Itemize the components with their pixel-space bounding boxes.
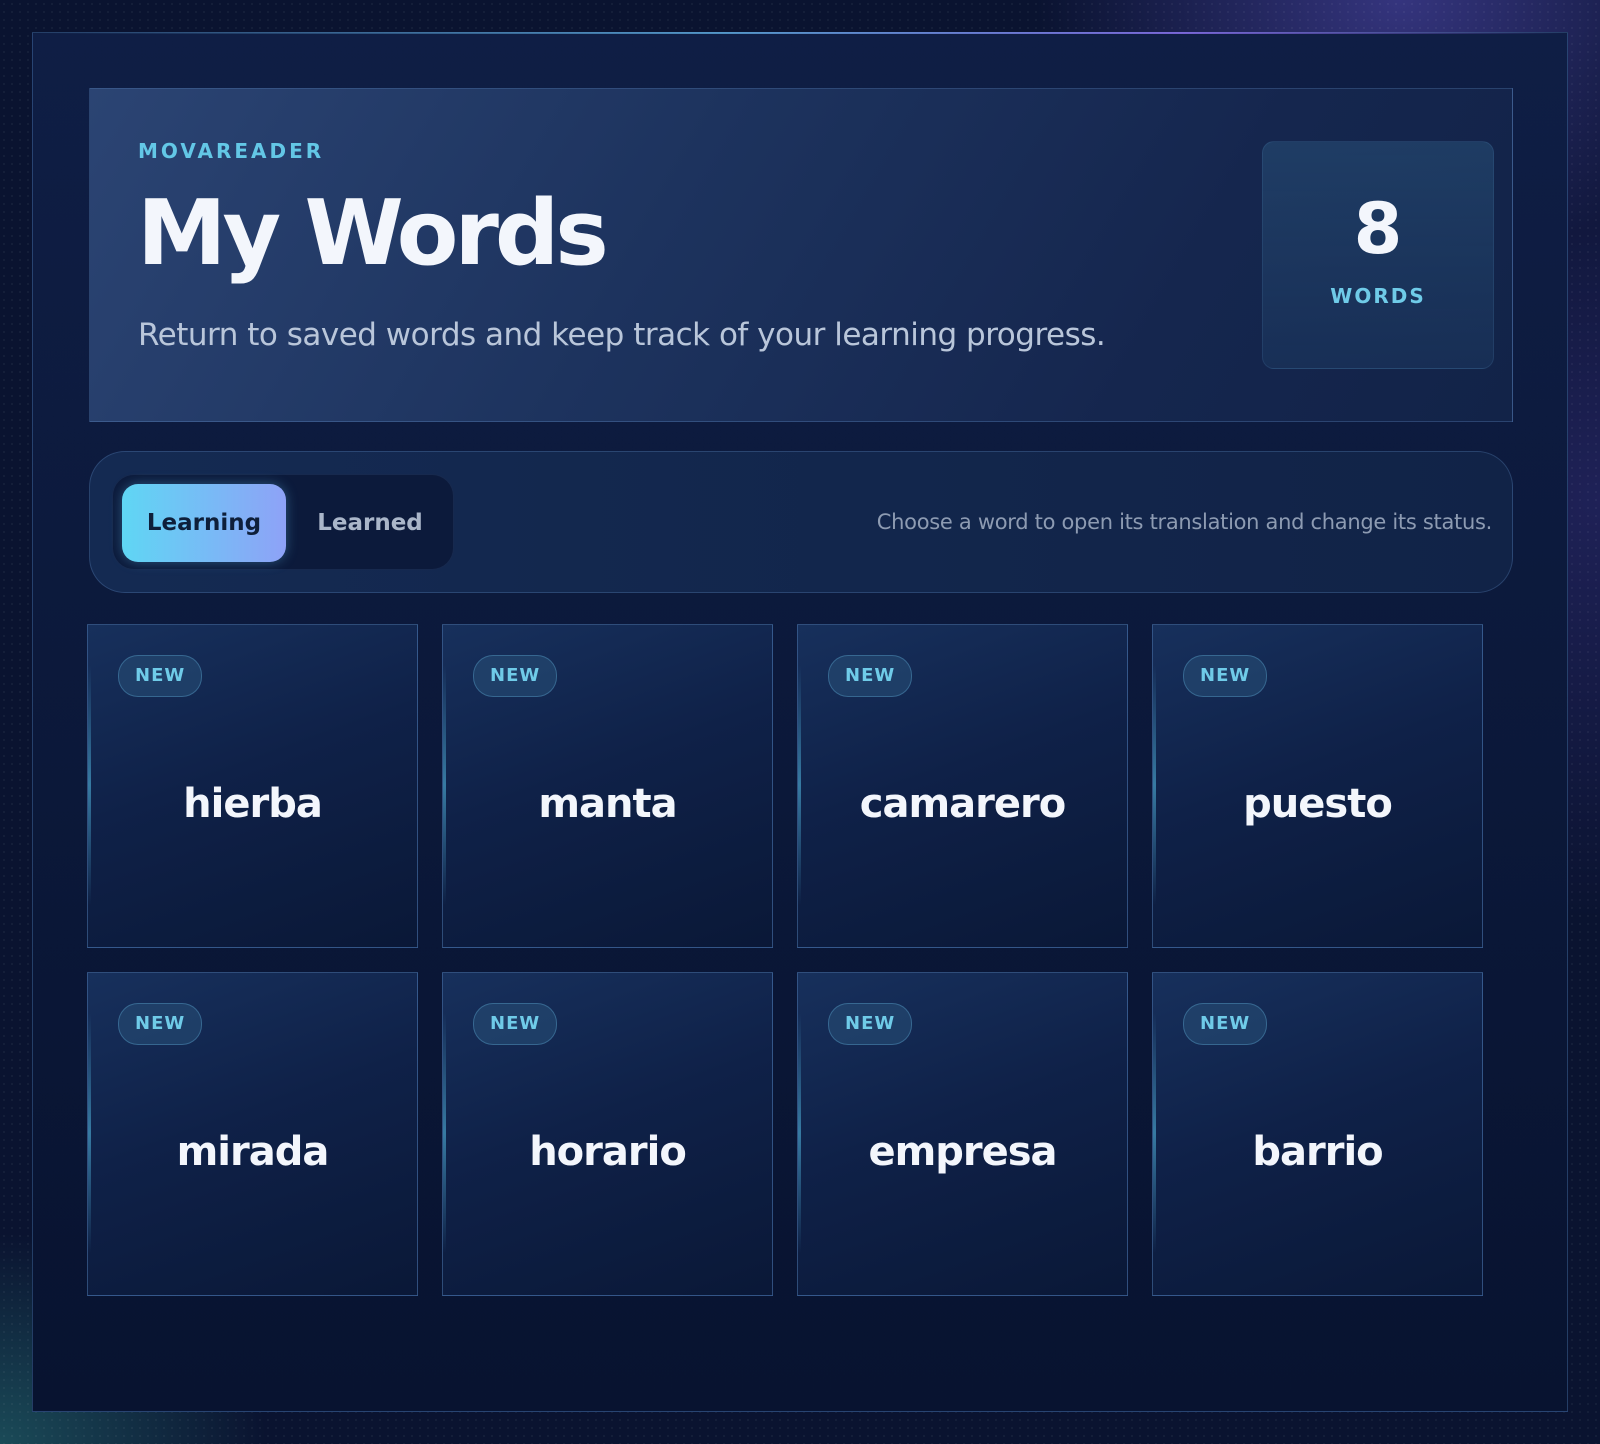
word-text: horario <box>529 1129 687 1175</box>
status-badge: NEW <box>828 1003 913 1045</box>
word-text: camarero <box>859 781 1066 827</box>
filter-toolbar: Learning Learned Choose a word to open i… <box>89 451 1513 593</box>
page-subtitle: Return to saved words and keep track of … <box>138 317 1106 353</box>
status-tabs: Learning Learned <box>112 474 454 570</box>
brand-label: MOVAREADER <box>138 139 325 163</box>
page-title: My Words <box>137 181 609 286</box>
header-card: MOVAREADER My Words Return to saved word… <box>89 88 1513 422</box>
toolbar-hint: Choose a word to open its translation an… <box>876 510 1493 534</box>
word-card[interactable]: NEW mirada <box>87 972 418 1296</box>
word-count-value: 8 <box>1353 188 1403 270</box>
word-card[interactable]: NEW puesto <box>1152 624 1483 948</box>
word-card[interactable]: NEW manta <box>442 624 773 948</box>
word-text: hierba <box>183 781 323 827</box>
panel-top-glow <box>33 32 1567 34</box>
word-card[interactable]: NEW barrio <box>1152 972 1483 1296</box>
word-card[interactable]: NEW horario <box>442 972 773 1296</box>
main-panel: MOVAREADER My Words Return to saved word… <box>32 32 1568 1412</box>
status-badge: NEW <box>473 1003 558 1045</box>
word-card[interactable]: NEW hierba <box>87 624 418 948</box>
status-badge: NEW <box>828 655 913 697</box>
word-count-label: WORDS <box>1330 284 1426 308</box>
status-badge: NEW <box>118 655 203 697</box>
status-badge: NEW <box>1183 1003 1268 1045</box>
tab-learned[interactable]: Learned <box>288 484 452 562</box>
status-badge: NEW <box>118 1003 203 1045</box>
word-text: puesto <box>1243 781 1393 827</box>
word-text: manta <box>538 781 677 827</box>
word-text: empresa <box>868 1129 1057 1175</box>
word-grid: NEW hierba NEW manta NEW camarero NEW pu… <box>87 624 1515 1298</box>
status-badge: NEW <box>473 655 558 697</box>
status-badge: NEW <box>1183 655 1268 697</box>
word-text: mirada <box>176 1129 330 1175</box>
word-card[interactable]: NEW empresa <box>797 972 1128 1296</box>
word-text: barrio <box>1252 1129 1383 1175</box>
word-card[interactable]: NEW camarero <box>797 624 1128 948</box>
tab-learning[interactable]: Learning <box>122 484 286 562</box>
word-count-card: 8 WORDS <box>1262 141 1494 369</box>
